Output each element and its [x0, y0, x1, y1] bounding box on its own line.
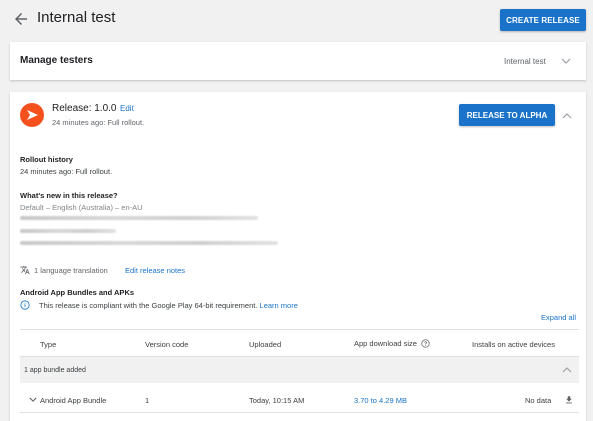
release-app-logo — [20, 103, 44, 127]
compliance-info-text: This release is compliant with the Googl… — [39, 301, 298, 310]
edit-release-notes-link[interactable]: Edit release notes — [125, 266, 185, 275]
chevron-up-icon[interactable] — [562, 113, 572, 119]
column-header-download-size: App download size — [354, 339, 430, 348]
help-circle-icon[interactable] — [421, 339, 430, 348]
bundle-group-label: 1 app bundle added — [24, 367, 86, 374]
rollout-history-text: 24 minutes ago: Full rollout. — [20, 167, 113, 176]
bundle-group-row[interactable]: 1 app bundle added — [20, 357, 579, 383]
translate-icon — [20, 265, 30, 275]
page-title: Internal test — [37, 9, 116, 26]
column-header-version-code: Version code — [145, 340, 189, 349]
release-notes-redacted-line — [20, 241, 278, 245]
release-notes-redacted-line — [20, 216, 258, 220]
bundle-type: Android App Bundle — [40, 396, 107, 405]
whats-new-title: What's new in this release? — [20, 191, 118, 200]
release-name: Release: 1.0.0 — [52, 103, 117, 114]
bundle-download-size-link[interactable]: 3.70 to 4.29 MB — [354, 396, 407, 405]
manage-testers-card[interactable]: Manage testers Internal test — [10, 42, 586, 80]
release-card: Release: 1.0.0 Edit 24 minutes ago: Full… — [10, 92, 586, 421]
column-header-installs: Installs on active devices — [472, 340, 555, 349]
column-header-type: Type — [40, 340, 57, 349]
download-icon[interactable] — [564, 395, 574, 405]
column-header-uploaded: Uploaded — [249, 340, 282, 349]
translation-count-label: 1 language translation — [34, 266, 108, 275]
info-icon — [20, 300, 30, 310]
testers-track-label: Internal test — [504, 57, 546, 66]
arrow-back-icon[interactable] — [12, 10, 30, 28]
top-bar: Internal test CREATE RELEASE — [0, 0, 593, 40]
compliance-message: This release is compliant with the Googl… — [39, 301, 258, 310]
learn-more-link[interactable]: Learn more — [260, 301, 298, 310]
release-edit-link[interactable]: Edit — [120, 104, 134, 113]
table-row[interactable]: Android App Bundle 1 Today, 10:15 AM 3.7… — [20, 385, 579, 413]
chevron-down-icon[interactable] — [561, 58, 571, 64]
table-header-row: Type Version code Uploaded App download … — [20, 329, 579, 357]
expand-all-link[interactable]: Expand all — [541, 313, 576, 322]
create-release-button[interactable]: CREATE RELEASE — [500, 9, 586, 31]
manage-testers-title: Manage testers — [20, 55, 93, 66]
chevron-up-icon[interactable] — [562, 367, 572, 373]
bundle-uploaded: Today, 10:15 AM — [249, 396, 305, 405]
bundle-version-code: 1 — [145, 396, 150, 405]
chevron-down-icon[interactable] — [29, 397, 37, 402]
rollout-history-title: Rollout history — [20, 155, 73, 164]
bundle-installs: No data — [525, 396, 552, 405]
release-to-alpha-button[interactable]: RELEASE TO ALPHA — [459, 104, 555, 126]
download-size-label: App download size — [354, 339, 417, 348]
bundles-section-title: Android App Bundles and APKs — [20, 288, 135, 297]
release-notes-redacted-line — [20, 229, 116, 233]
release-subtitle: 24 minutes ago: Full rollout. — [52, 118, 145, 127]
whats-new-locale: Default – English (Australia) – en-AU — [20, 203, 143, 212]
